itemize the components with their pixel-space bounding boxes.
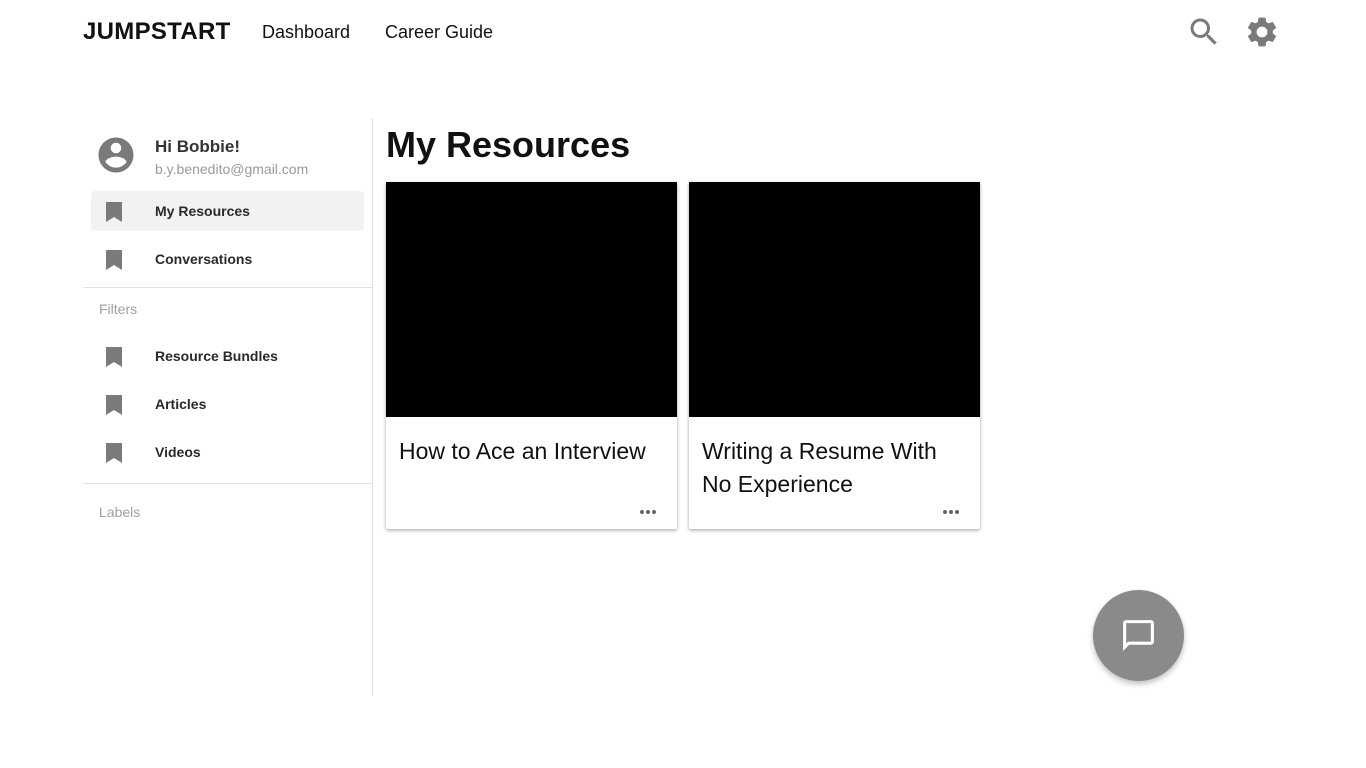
sidebar-item-resource-bundles[interactable]: Resource Bundles [91,336,364,376]
sidebar-item-label: Videos [155,444,201,460]
sidebar-item-label: My Resources [155,203,250,219]
sidebar-item-conversations[interactable]: Conversations [91,239,364,279]
sidebar-item-label: Conversations [155,251,253,267]
resource-card[interactable]: Writing a Resume With No Experience [689,182,980,529]
sidebar-item-articles[interactable]: Articles [91,384,364,424]
nav-link-dashboard[interactable]: Dashboard [262,22,350,43]
card-title[interactable]: How to Ace an Interview [399,435,669,468]
user-profile: Hi Bobbie! b.y.benedito@gmail.com [95,134,365,180]
settings-button[interactable] [1244,14,1280,50]
sidebar-item-label: Resource Bundles [155,348,278,364]
card-menu-button[interactable] [639,504,657,520]
sidebar-item-videos[interactable]: Videos [91,432,364,472]
search-icon [1190,18,1217,45]
card-thumbnail[interactable] [386,182,677,417]
bookmark-icon [106,347,122,367]
page-title: My Resources [386,124,631,165]
bookmark-icon [106,443,122,463]
chat-fab-button[interactable] [1093,590,1184,681]
chat-icon [1123,620,1154,651]
sidebar-item-my-resources[interactable]: My Resources [91,191,364,231]
card-title[interactable]: Writing a Resume With No Experience [702,435,972,501]
user-email: b.y.benedito@gmail.com [155,161,309,177]
card-menu-button[interactable] [942,504,960,520]
more-horizontal-icon [640,510,656,514]
filters-heading: Filters [99,301,138,317]
bookmark-icon [106,250,122,270]
sidebar-item-label: Articles [155,396,207,412]
bookmark-icon [106,395,122,415]
search-button[interactable] [1186,14,1222,50]
resource-card[interactable]: How to Ace an Interview [386,182,677,529]
divider [83,287,372,288]
account-circle-icon [98,137,134,173]
top-navbar: JUMPSTART Dashboard Career Guide [0,0,1366,64]
sidebar: Hi Bobbie! b.y.benedito@gmail.com My Res… [83,118,373,696]
labels-heading: Labels [99,504,141,520]
bookmark-icon [106,202,122,222]
nav-link-career-guide[interactable]: Career Guide [385,22,493,43]
divider [83,483,372,484]
user-greeting: Hi Bobbie! [155,137,240,156]
more-horizontal-icon [943,510,959,514]
card-thumbnail[interactable] [689,182,980,417]
gear-icon [1247,17,1277,47]
brand-logo[interactable]: JUMPSTART [83,18,231,46]
avatar[interactable] [95,134,137,176]
